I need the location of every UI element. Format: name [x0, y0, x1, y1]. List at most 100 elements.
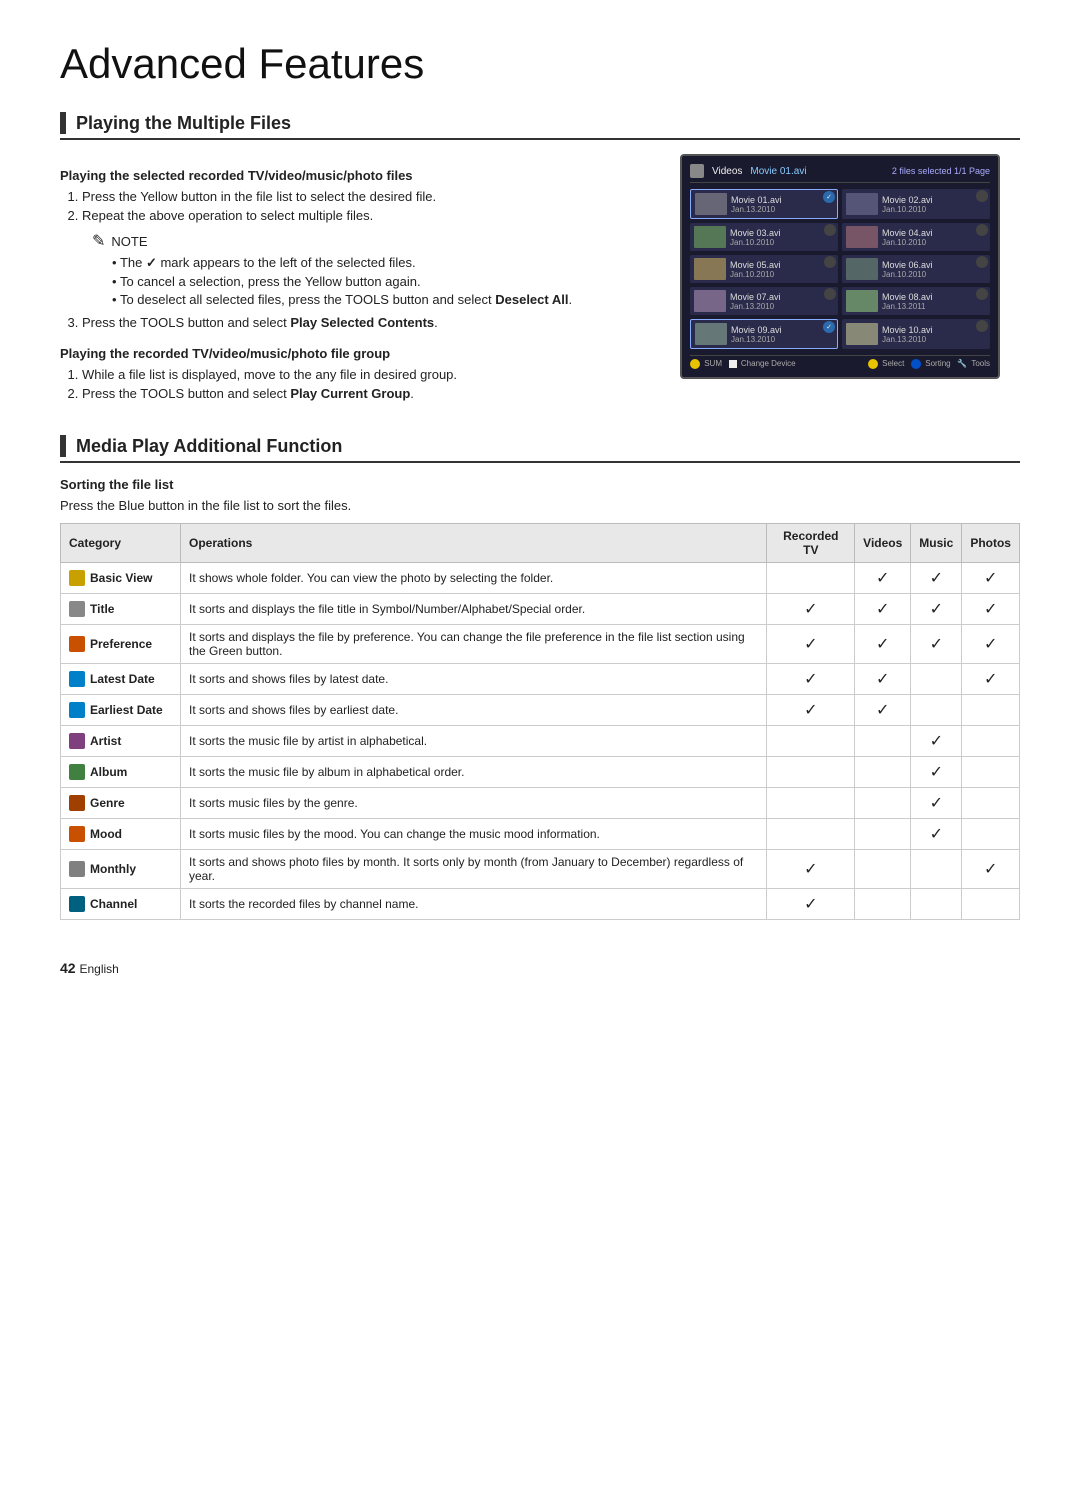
check-videos-10	[855, 889, 911, 920]
tv-thumb-1	[695, 193, 727, 215]
col-music: Music	[911, 524, 962, 563]
tv-badge-2	[976, 190, 988, 202]
page-number: 42	[60, 960, 76, 976]
left-content: Playing the selected recorded TV/video/m…	[60, 154, 650, 407]
check-recorded_tv-1: ✓	[767, 594, 855, 625]
note-icon: ✎	[92, 231, 105, 251]
op-cell-4: It sorts and shows files by earliest dat…	[181, 695, 767, 726]
step-3: Press the TOOLS button and select Play S…	[82, 315, 650, 330]
table-header-row: Category Operations Recorded TV Videos M…	[61, 524, 1020, 563]
subsection2-steps: While a file list is displayed, move to …	[82, 367, 650, 401]
table-row: Basic ViewIt shows whole folder. You can…	[61, 563, 1020, 594]
table-row: Earliest DateIt sorts and shows files by…	[61, 695, 1020, 726]
check-music-4	[911, 695, 962, 726]
tv-bottombar: SUM Change Device Select Sorting 🔧 Tools	[690, 355, 990, 369]
op-cell-9: It sorts and shows photo files by month.…	[181, 850, 767, 889]
tv-item-6: Movie 06.avi Jan.10.2010	[842, 255, 990, 283]
table-row: MoodIt sorts music files by the mood. Yo…	[61, 819, 1020, 850]
cat-cell-6: Album	[61, 757, 181, 788]
tv-info-8: Movie 08.avi Jan.13.2011	[882, 292, 986, 311]
check-music-6: ✓	[911, 757, 962, 788]
tv-badge-8	[976, 288, 988, 300]
tv-thumb-8	[846, 290, 878, 312]
page-number-area: 42 English	[60, 960, 1020, 976]
tv-screen-area: Videos Movie 01.avi 2 files selected 1/1…	[680, 154, 1020, 407]
check-photos-1: ✓	[962, 594, 1020, 625]
tv-screen: Videos Movie 01.avi 2 files selected 1/1…	[680, 154, 1000, 379]
tv-bottom-left: SUM Change Device	[690, 359, 796, 369]
note-label: ✎ NOTE	[92, 231, 650, 251]
tv-date-8: Jan.13.2011	[882, 302, 986, 311]
tv-name-7: Movie 07.avi	[730, 292, 834, 302]
section-bar-icon	[60, 112, 66, 134]
cat-cell-9: Monthly	[61, 850, 181, 889]
cat-cell-0: Basic View	[61, 563, 181, 594]
tv-name-1: Movie 01.avi	[731, 195, 833, 205]
tv-thumb-10	[846, 323, 878, 345]
tv-date-4: Jan.10.2010	[882, 238, 986, 247]
table-row: GenreIt sorts music files by the genre.✓	[61, 788, 1020, 819]
check-recorded_tv-0	[767, 563, 855, 594]
tv-info-1: Movie 01.avi Jan.13.2010	[731, 195, 833, 214]
tv-name-9: Movie 09.avi	[731, 325, 833, 335]
table-row: PreferenceIt sorts and displays the file…	[61, 625, 1020, 664]
cat-cell-1: Title	[61, 594, 181, 625]
tv-sum-btn	[690, 359, 700, 369]
op-cell-1: It sorts and displays the file title in …	[181, 594, 767, 625]
check-recorded_tv-4: ✓	[767, 695, 855, 726]
tv-thumb-9	[695, 323, 727, 345]
op-cell-0: It shows whole folder. You can view the …	[181, 563, 767, 594]
tv-name-10: Movie 10.avi	[882, 325, 986, 335]
tv-name-8: Movie 08.avi	[882, 292, 986, 302]
check-videos-5	[855, 726, 911, 757]
check-music-3	[911, 664, 962, 695]
col-operations: Operations	[181, 524, 767, 563]
tv-date-1: Jan.13.2010	[731, 205, 833, 214]
op-cell-8: It sorts music files by the mood. You ca…	[181, 819, 767, 850]
cat-cell-5: Artist	[61, 726, 181, 757]
cat-cell-2: Preference	[61, 625, 181, 664]
tv-thumb-6	[846, 258, 878, 280]
subsection1-steps: Press the Yellow button in the file list…	[82, 189, 650, 330]
note-list: The ✓ mark appears to the left of the se…	[112, 255, 650, 307]
check-music-7: ✓	[911, 788, 962, 819]
tv-item-7: Movie 07.avi Jan.13.2010	[690, 287, 838, 315]
tv-topbar-left: Videos Movie 01.avi	[690, 164, 807, 178]
tv-info-6: Movie 06.avi Jan.10.2010	[882, 260, 986, 279]
tv-info-10: Movie 10.avi Jan.13.2010	[882, 325, 986, 344]
table-row: MonthlyIt sorts and shows photo files by…	[61, 850, 1020, 889]
tv-thumb-5	[694, 258, 726, 280]
tv-thumb-7	[694, 290, 726, 312]
tv-current-file: Movie 01.avi	[750, 166, 806, 177]
check-music-2: ✓	[911, 625, 962, 664]
tv-item-10: Movie 10.avi Jan.13.2010	[842, 319, 990, 349]
col-videos: Videos	[855, 524, 911, 563]
col-photos: Photos	[962, 524, 1020, 563]
check-recorded_tv-3: ✓	[767, 664, 855, 695]
tv-select-btn	[868, 359, 878, 369]
section-media-play: Media Play Additional Function Sorting t…	[60, 435, 1020, 920]
check-videos-7	[855, 788, 911, 819]
cat-cell-8: Mood	[61, 819, 181, 850]
tv-thumb-4	[846, 226, 878, 248]
op-cell-2: It sorts and displays the file by prefer…	[181, 625, 767, 664]
page-lang: English	[79, 962, 118, 976]
sub2-step-2: Press the TOOLS button and select Play C…	[82, 386, 650, 401]
tv-date-7: Jan.13.2010	[730, 302, 834, 311]
cat-cell-10: Channel	[61, 889, 181, 920]
check-music-8: ✓	[911, 819, 962, 850]
tv-bottom-right: Select Sorting 🔧 Tools	[868, 359, 990, 369]
tv-grid: Movie 01.avi Jan.13.2010 ✓ Movie 02.avi …	[690, 189, 990, 349]
table-row: AlbumIt sorts the music file by album in…	[61, 757, 1020, 788]
op-cell-7: It sorts music files by the genre.	[181, 788, 767, 819]
check-photos-8	[962, 819, 1020, 850]
check-photos-9: ✓	[962, 850, 1020, 889]
tv-date-5: Jan.10.2010	[730, 270, 834, 279]
sub2-step-1: While a file list is displayed, move to …	[82, 367, 650, 382]
tv-change-icon	[729, 360, 737, 368]
tv-date-10: Jan.13.2010	[882, 335, 986, 344]
sorting-description: Press the Blue button in the file list t…	[60, 498, 1020, 513]
table-row: TitleIt sorts and displays the file titl…	[61, 594, 1020, 625]
check-photos-7	[962, 788, 1020, 819]
section2-header: Media Play Additional Function	[60, 435, 1020, 463]
